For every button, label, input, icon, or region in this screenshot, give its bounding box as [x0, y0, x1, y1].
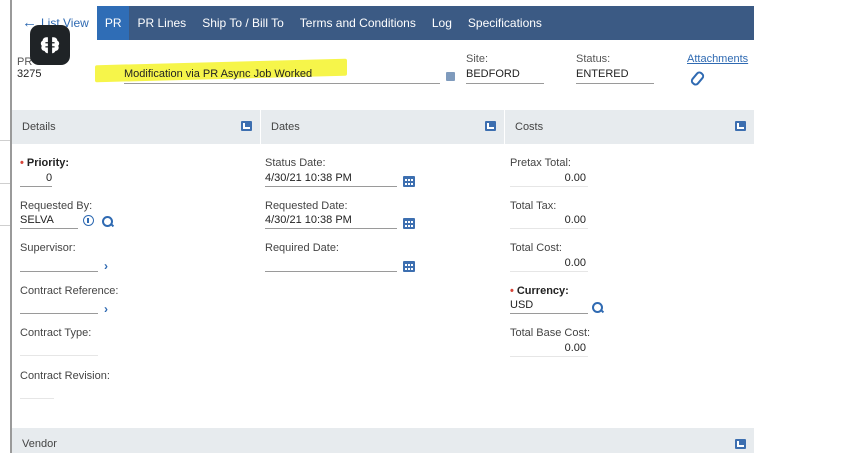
pretax-total-label: Pretax Total: [510, 157, 571, 169]
currency-magnifier-icon[interactable] [592, 302, 604, 314]
requested-date-calendar-icon[interactable] [403, 218, 415, 229]
contract-revision-underline [20, 398, 54, 399]
contract-reference-underline [20, 313, 98, 314]
required-date-calendar-icon[interactable] [403, 261, 415, 272]
required-date-underline [265, 271, 397, 272]
tab-bar: ← List View PR PR Lines Ship To / Bill T… [12, 6, 754, 40]
status-date-label: Status Date: [265, 157, 326, 169]
tab-ship-to-bill-to[interactable]: Ship To / Bill To [194, 6, 292, 40]
currency-label: • Currency: [510, 285, 569, 297]
site-value: BEDFORD [466, 68, 520, 80]
requested-date-label: Requested Date: [265, 200, 348, 212]
currency-field[interactable]: USD [510, 299, 533, 311]
priority-label: • Priority: [20, 157, 70, 169]
details-section-title: Details [22, 121, 56, 133]
total-base-cost-value: 0.00 [564, 342, 586, 354]
tab-log[interactable]: Log [424, 6, 460, 40]
required-marker: • [20, 157, 24, 169]
brain-icon[interactable] [30, 25, 70, 65]
total-tax-value: 0.00 [564, 214, 586, 226]
details-section-toggle-icon[interactable] [241, 121, 252, 131]
contract-revision-label: Contract Revision: [20, 370, 110, 382]
window-left-edge [0, 0, 12, 453]
info-icon[interactable] [83, 215, 94, 226]
pr-description[interactable]: Modification via PR Async Job Worked [124, 68, 312, 80]
vendor-section-toggle-icon[interactable] [735, 439, 746, 449]
requested-by-field[interactable]: SELVA [20, 214, 54, 226]
dates-section-toggle-icon[interactable] [485, 121, 496, 131]
contract-reference-chevron-right-icon[interactable]: › [104, 302, 108, 316]
requested-by-magnifier-icon[interactable] [102, 216, 114, 228]
contract-type-label: Contract Type: [20, 327, 92, 339]
total-base-cost-label: Total Base Cost: [510, 327, 591, 339]
total-base-cost-underline [510, 356, 588, 357]
long-description-icon[interactable] [446, 72, 455, 81]
total-cost-label: Total Cost: [510, 242, 562, 254]
site-underline [466, 83, 544, 84]
total-cost-value: 0.00 [564, 257, 586, 269]
status-date-calendar-icon[interactable] [403, 176, 415, 187]
tab-terms-and-conditions[interactable]: Terms and Conditions [292, 6, 424, 40]
required-date-label: Required Date: [265, 242, 339, 254]
required-marker: • [510, 285, 514, 297]
paperclip-icon[interactable] [690, 71, 702, 83]
requested-by-label: Requested By: [20, 200, 93, 212]
currency-underline [510, 313, 588, 314]
tab-pr-lines[interactable]: PR Lines [129, 6, 194, 40]
tab-specifications[interactable]: Specifications [460, 6, 550, 40]
edge-tick [0, 183, 10, 184]
requested-date-field[interactable]: 4/30/21 10:38 PM [265, 214, 352, 226]
details-section-header: Details [12, 110, 260, 144]
priority-underline [20, 186, 52, 187]
vendor-section-title: Vendor [22, 438, 57, 450]
costs-section-header: Costs [505, 110, 754, 144]
costs-section-toggle-icon[interactable] [735, 121, 746, 131]
attachments-link[interactable]: Attachments [687, 53, 748, 65]
contract-type-underline [20, 355, 98, 356]
dates-section-title: Dates [271, 121, 300, 133]
pr-number[interactable]: 3275 [17, 68, 41, 80]
edge-tick [0, 140, 10, 141]
supervisor-label: Supervisor: [20, 242, 76, 254]
tab-pr[interactable]: PR [96, 6, 130, 40]
pretax-total-underline [510, 186, 588, 187]
app-window: ← List View PR PR Lines Ship To / Bill T… [0, 0, 842, 453]
status-underline [576, 83, 654, 84]
costs-section-title: Costs [515, 121, 544, 133]
status-date-underline [265, 186, 397, 187]
contract-reference-label: Contract Reference: [20, 285, 119, 297]
supervisor-chevron-right-icon[interactable]: › [104, 259, 108, 273]
status-date-field[interactable]: 4/30/21 10:38 PM [265, 172, 352, 184]
status-value: ENTERED [576, 68, 629, 80]
description-underline [124, 83, 440, 84]
dates-section-header: Dates [261, 110, 504, 144]
site-label: Site: [466, 53, 489, 65]
supervisor-underline [20, 271, 98, 272]
total-tax-label: Total Tax: [510, 200, 557, 212]
pretax-total-value: 0.00 [564, 172, 586, 184]
status-label: Status: [576, 53, 611, 65]
requested-date-underline [265, 228, 397, 229]
edge-tick [0, 225, 10, 226]
requested-by-underline [20, 228, 78, 229]
priority-field[interactable]: 0 [46, 172, 52, 184]
total-tax-underline [510, 228, 588, 229]
total-cost-underline [510, 271, 588, 272]
vendor-section-header: Vendor [12, 428, 754, 453]
